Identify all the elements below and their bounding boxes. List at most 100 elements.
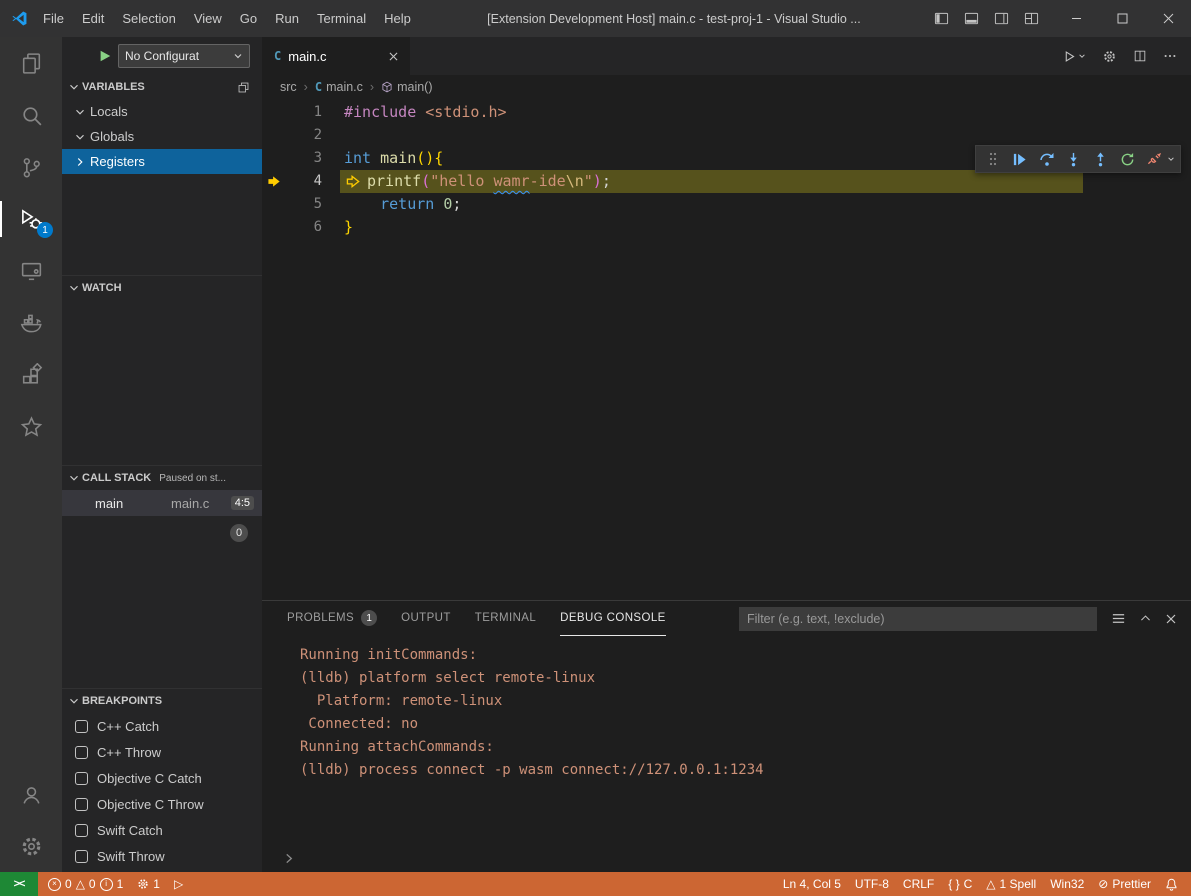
console-filter-input[interactable] — [739, 607, 1097, 631]
activity-docker-icon[interactable] — [0, 297, 62, 349]
code-line-1[interactable]: 1#include <stdio.h> — [262, 101, 1191, 124]
code-line-2[interactable]: 2 — [262, 124, 1191, 147]
debug-console-input[interactable] — [262, 845, 1191, 872]
run-or-debug-icon[interactable] — [1063, 50, 1086, 63]
panel-tab-terminal[interactable]: TERMINAL — [475, 601, 536, 636]
code-line-5[interactable]: 5 return 0; — [262, 193, 1191, 216]
customize-layout-icon[interactable] — [1024, 11, 1039, 26]
breakpoint-item-c-catch[interactable]: C++ Catch — [62, 713, 262, 739]
breadcrumb: src › Cmain.c › main() — [262, 75, 1191, 99]
toggle-secondary-sidebar-icon[interactable] — [994, 11, 1009, 26]
toolbar-drag-grip[interactable] — [979, 146, 1006, 172]
breakpoint-checkbox[interactable] — [75, 720, 88, 733]
panel-tab-output[interactable]: OUTPUT — [401, 601, 451, 636]
breakpoint-checkbox[interactable] — [75, 746, 88, 759]
breakpoint-item-swift-catch[interactable]: Swift Catch — [62, 817, 262, 843]
toggle-sidebar-icon[interactable] — [934, 11, 949, 26]
menu-terminal[interactable]: Terminal — [308, 0, 375, 37]
breakpoint-item-c-throw[interactable]: C++ Throw — [62, 739, 262, 765]
menu-edit[interactable]: Edit — [73, 0, 113, 37]
chevron-down-icon — [233, 51, 243, 61]
settings-gear-icon[interactable] — [0, 820, 62, 872]
bottom-panel: PROBLEMS1 OUTPUT TERMINAL DEBUG CONSOLE Run… — [262, 600, 1191, 872]
activity-explorer-icon[interactable] — [0, 37, 62, 89]
call-stack-frame[interactable]: main main.c 4:5 — [62, 490, 262, 516]
step-into-icon[interactable] — [1060, 146, 1087, 172]
debug-config-dropdown[interactable]: No Configurat — [118, 44, 250, 68]
line-number: 6 — [286, 216, 322, 239]
activity-run-and-debug-icon[interactable]: 1 — [0, 193, 62, 245]
menu-view[interactable]: View — [185, 0, 231, 37]
variables-item-locals[interactable]: Locals — [62, 99, 262, 124]
breakpoint-item-objective-c-catch[interactable]: Objective C Catch — [62, 765, 262, 791]
activity-remote-explorer-icon[interactable] — [0, 245, 62, 297]
chevron-down-icon[interactable] — [1165, 155, 1177, 163]
close-button[interactable] — [1145, 0, 1191, 37]
status-language-mode[interactable]: { }C — [941, 872, 979, 896]
gear-icon[interactable] — [1102, 49, 1117, 64]
close-panel-icon[interactable] — [1165, 613, 1177, 625]
disconnect-icon[interactable] — [1141, 146, 1168, 172]
breadcrumb-main-symbol[interactable]: main() — [381, 80, 432, 94]
maximize-panel-icon[interactable] — [1139, 612, 1152, 625]
status-debug-status[interactable]: ▷ — [167, 872, 190, 896]
status-tasks[interactable]: 1 — [130, 872, 167, 896]
menu-run[interactable]: Run — [266, 0, 308, 37]
status-platform[interactable]: Win32 — [1043, 872, 1091, 896]
step-over-icon[interactable] — [1033, 146, 1060, 172]
status-spell-checker[interactable]: △1 Spell — [979, 872, 1043, 896]
continue-icon[interactable] — [1006, 146, 1033, 172]
code-editor[interactable]: 1#include <stdio.h>23int main(){4printf(… — [262, 99, 1191, 600]
variables-section-header[interactable]: VARIABLES — [62, 75, 262, 99]
breakpoint-checkbox[interactable] — [75, 850, 88, 863]
status-prettier[interactable]: ⊘Prettier — [1091, 872, 1158, 896]
panel-tab-debug-console[interactable]: DEBUG CONSOLE — [560, 601, 666, 636]
menu-go[interactable]: Go — [231, 0, 266, 37]
breakpoint-checkbox[interactable] — [75, 824, 88, 837]
watch-section-header[interactable]: WATCH — [62, 276, 262, 300]
variables-item-registers[interactable]: Registers — [62, 149, 262, 174]
call-stack-section-header[interactable]: CALL STACK Paused on st... — [62, 466, 262, 490]
menu-selection[interactable]: Selection — [113, 0, 184, 37]
copy-value-icon[interactable] — [237, 81, 250, 94]
activity-favorites-icon[interactable] — [0, 401, 62, 453]
breadcrumb-src[interactable]: src — [280, 80, 297, 94]
activity-extensions-icon[interactable] — [0, 349, 62, 401]
status-encoding[interactable]: UTF-8 — [848, 872, 896, 896]
menu-file[interactable]: File — [34, 0, 73, 37]
remote-indicator[interactable]: >< — [0, 872, 38, 896]
current-line-gutter-arrow-icon[interactable] — [262, 174, 286, 189]
tab-close-icon[interactable] — [389, 52, 398, 61]
frame-position-badge: 4:5 — [231, 496, 254, 510]
call-stack-section-title: CALL STACK — [82, 472, 151, 484]
breakpoints-section-header[interactable]: BREAKPOINTS — [62, 689, 262, 713]
activity-search-icon[interactable] — [0, 89, 62, 141]
breakpoint-item-swift-throw[interactable]: Swift Throw — [62, 843, 262, 869]
status-cursor-position[interactable]: Ln 4, Col 5 — [776, 872, 848, 896]
start-debugging-icon[interactable] — [98, 49, 112, 63]
step-out-icon[interactable] — [1087, 146, 1114, 172]
code-line-4[interactable]: 4printf("hello wamr-ide\n"); — [262, 170, 1191, 193]
minimize-button[interactable] — [1053, 0, 1099, 37]
breakpoint-checkbox[interactable] — [75, 772, 88, 785]
tab-main-c[interactable]: C main.c — [262, 37, 410, 75]
breadcrumb-main-c[interactable]: Cmain.c — [315, 80, 363, 94]
output-lines-icon[interactable] — [1111, 611, 1126, 626]
panel-tab-problems[interactable]: PROBLEMS1 — [287, 601, 377, 636]
maximize-button[interactable] — [1099, 0, 1145, 37]
activity-source-control-icon[interactable] — [0, 141, 62, 193]
menu-help[interactable]: Help — [375, 0, 420, 37]
debug-console-output[interactable]: Running initCommands:(lldb) platform sel… — [262, 636, 1191, 845]
status-notifications[interactable] — [1158, 872, 1185, 896]
code-line-6[interactable]: 6} — [262, 216, 1191, 239]
more-actions-icon[interactable] — [1163, 49, 1177, 63]
split-editor-icon[interactable] — [1133, 49, 1147, 63]
toggle-panel-icon[interactable] — [964, 11, 979, 26]
breakpoint-item-objective-c-throw[interactable]: Objective C Throw — [62, 791, 262, 817]
restart-icon[interactable] — [1114, 146, 1141, 172]
breakpoint-checkbox[interactable] — [75, 798, 88, 811]
status-problems[interactable]: ×0△0i1 — [41, 872, 130, 896]
variables-item-globals[interactable]: Globals — [62, 124, 262, 149]
accounts-icon[interactable] — [0, 768, 62, 820]
status-eol[interactable]: CRLF — [896, 872, 941, 896]
